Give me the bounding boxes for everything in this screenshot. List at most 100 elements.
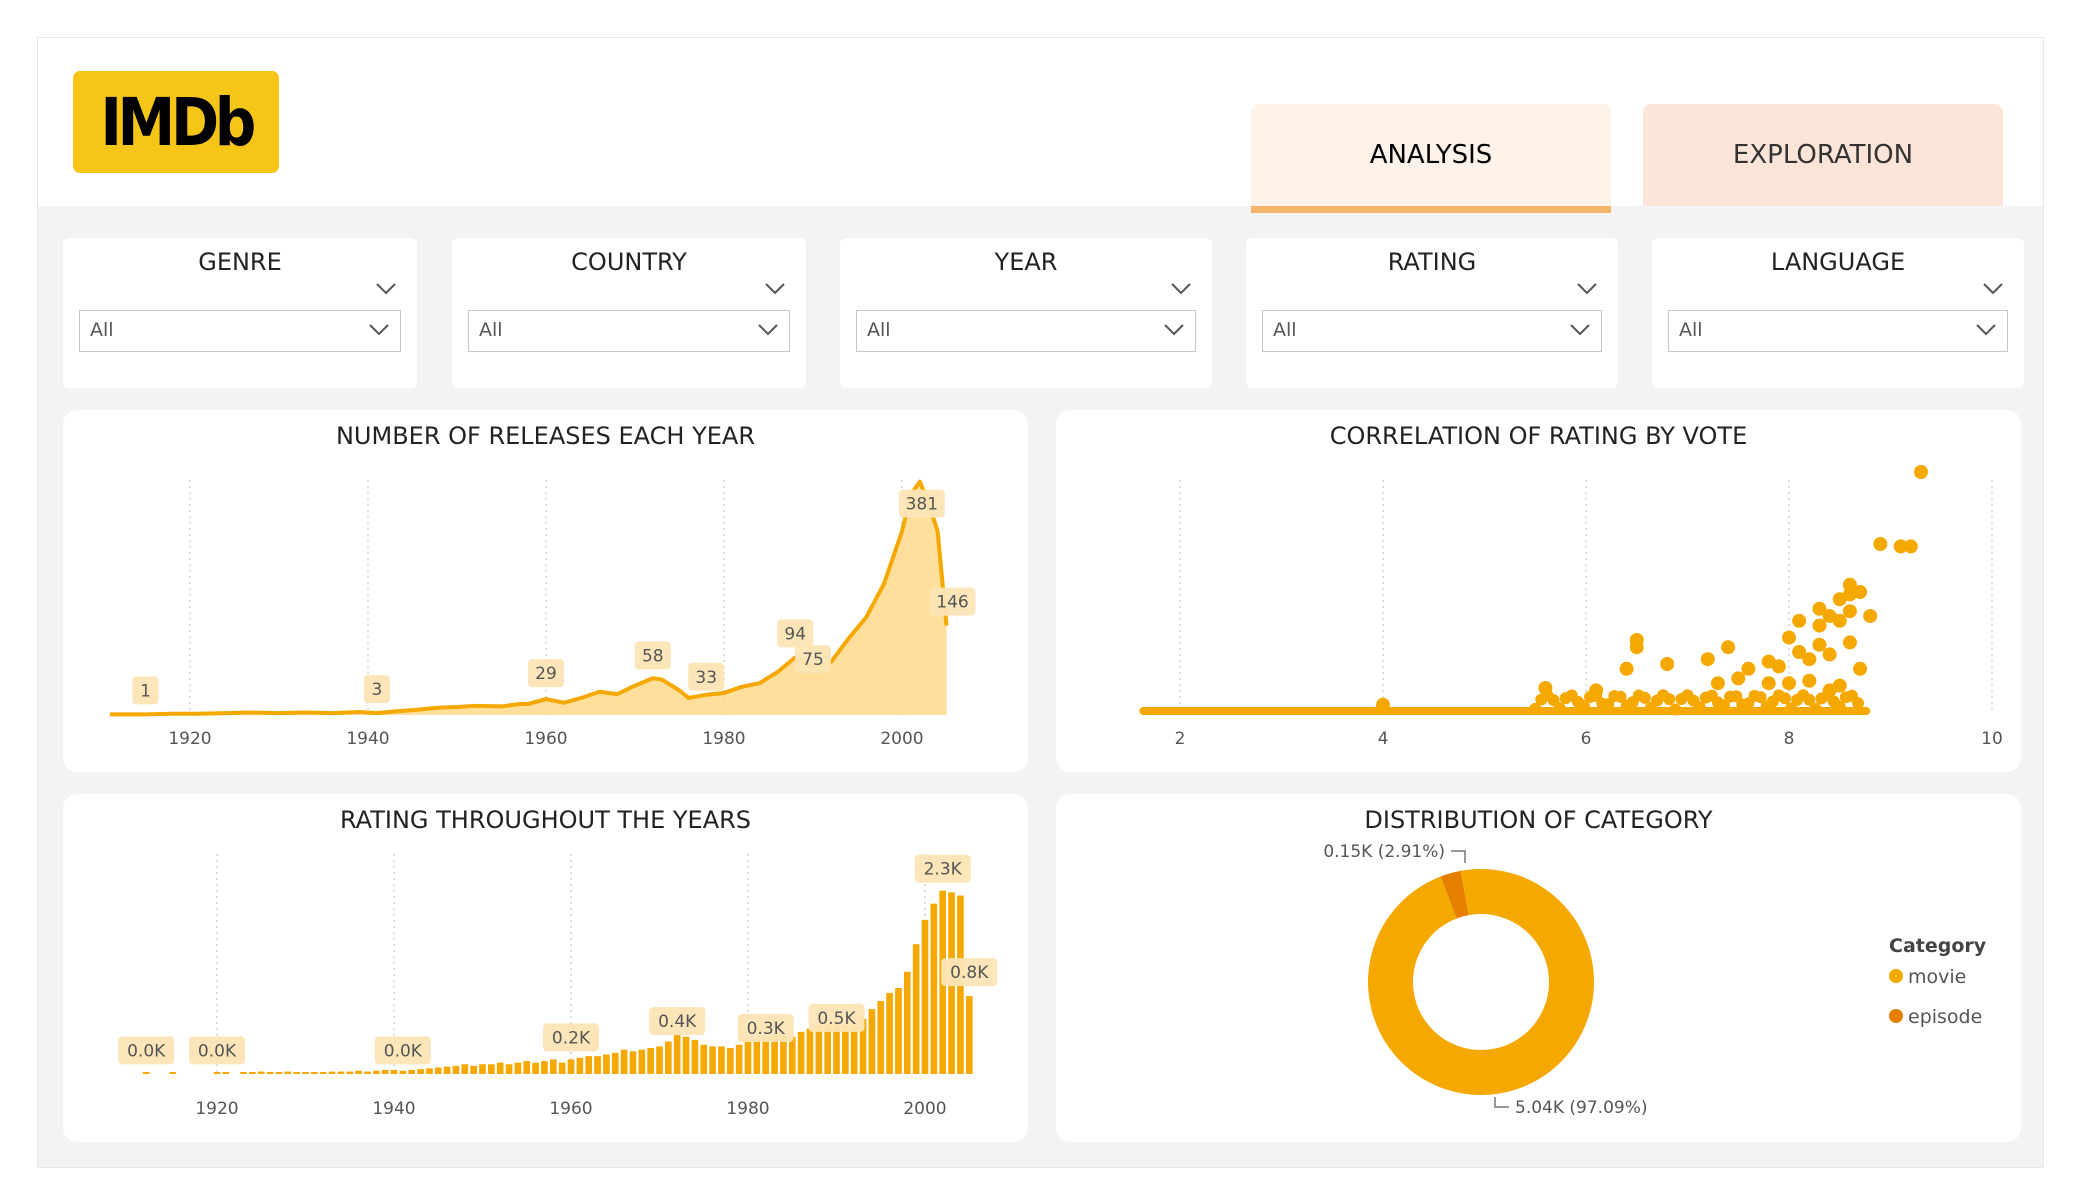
rating-data-label: 2.3K: [924, 860, 963, 880]
releases-chart-title: NUMBER OF RELEASES EACH YEAR: [335, 422, 756, 450]
chevron-down-icon: [758, 324, 778, 336]
scatter-point: [1663, 693, 1676, 706]
rating-bar: [594, 1056, 601, 1074]
x-tick-label: 1920: [195, 1099, 238, 1119]
rating-bar: [709, 1046, 716, 1074]
rating-bar: [638, 1049, 646, 1074]
x-tick-label: 6: [1581, 729, 1592, 749]
year-dropdown[interactable]: All: [856, 310, 1196, 352]
rating-bar: [257, 1071, 265, 1074]
rating-bar: [222, 1072, 230, 1074]
releases-data-label: 94: [784, 624, 806, 644]
rating-bar: [797, 1031, 805, 1074]
rating-bar: [523, 1061, 531, 1074]
rating-bar: [514, 1062, 522, 1074]
episode-data-label: 0.15K (2.91%): [1323, 842, 1445, 862]
filter-country: COUNTRY All: [452, 238, 806, 388]
rating-bar: [293, 1072, 300, 1074]
rating-bar: [558, 1062, 566, 1074]
rating-bar: [532, 1062, 539, 1074]
rating-bar: [576, 1057, 584, 1074]
rating-bar: [302, 1072, 309, 1074]
releases-data-label: 3: [371, 680, 382, 700]
movie-leader-line: [1494, 1097, 1509, 1108]
genre-value: All: [90, 319, 114, 341]
rating-bar-chart: 1920 1940 1960 1980 2000 0.0K 0.0K 0.0K 0.2K 0.4K…: [118, 854, 998, 1119]
chevron-down-icon: [369, 324, 389, 336]
x-tick-label: 1980: [726, 1099, 769, 1119]
rating-bar: [541, 1061, 548, 1074]
chevron-down-icon[interactable]: [1170, 282, 1192, 296]
rating-bar: [567, 1059, 575, 1074]
filter-language: LANGUAGE All: [1652, 238, 2024, 388]
rating-dropdown[interactable]: All: [1262, 310, 1602, 352]
chevron-down-icon[interactable]: [1576, 282, 1598, 296]
rating-bar: [364, 1071, 371, 1074]
releases-data-label: 58: [642, 646, 664, 666]
scatter-point: [1822, 683, 1837, 698]
language-dropdown[interactable]: All: [1668, 310, 2008, 352]
rating-bar: [788, 1036, 796, 1074]
rating-bar: [496, 1062, 504, 1074]
correlation-chart-title: CORRELATION OF RATING BY VOTE: [1329, 422, 1748, 450]
rating-bar: [470, 1065, 477, 1074]
scatter-point: [1903, 539, 1918, 554]
rating-bar: [337, 1071, 345, 1074]
chevron-down-icon[interactable]: [375, 282, 397, 296]
tab-analysis[interactable]: ANALYSIS: [1251, 104, 1611, 213]
rating-bar: [895, 988, 902, 1074]
rating-years-chart-title: RATING THROUGHOUT THE YEARS: [339, 806, 752, 834]
scatter-point: [1553, 702, 1566, 715]
correlation-scatter-chart: 2 4 6 8 10: [1139, 465, 2003, 749]
scatter-point: [1913, 465, 1928, 479]
chevron-down-icon: [1976, 324, 1996, 336]
scatter-point: [1589, 683, 1604, 698]
releases-data-label: 29: [535, 664, 557, 684]
scatter-point: [1771, 659, 1786, 674]
rating-data-label: 0.3K: [747, 1019, 786, 1039]
logo-text: IMDb: [100, 83, 256, 161]
scatter-point: [1629, 640, 1644, 655]
rating-bar: [691, 1039, 699, 1074]
rating-bar: [815, 1025, 823, 1074]
imdb-logo: IMDb: [73, 71, 279, 173]
rating-bar: [372, 1070, 380, 1074]
rating-bar: [912, 944, 920, 1074]
rating-bar: [886, 992, 893, 1074]
rating-years-chart-panel: 1920 1940 1960 1980 2000 0.0K 0.0K 0.0K 0.2K 0.4K…: [63, 794, 1028, 1142]
donut-slice-movie: [1368, 869, 1594, 1095]
scatter-point: [1853, 661, 1868, 676]
rating-data-label: 0.0K: [384, 1041, 423, 1061]
rating-bar: [213, 1072, 221, 1074]
x-tick-label: 10: [1981, 729, 2003, 749]
x-tick-label: 1940: [346, 729, 389, 749]
rating-bar: [328, 1071, 336, 1074]
rating-bar: [275, 1072, 283, 1074]
rating-data-label: 0.0K: [198, 1041, 237, 1061]
rating-bar: [452, 1065, 460, 1074]
rating-bar: [611, 1052, 619, 1074]
rating-bar: [753, 1038, 761, 1074]
rating-data-label: 0.0K: [127, 1041, 166, 1061]
rating-bar: [169, 1072, 177, 1074]
legend-item-episode: episode: [1908, 1006, 1982, 1028]
rating-bar: [443, 1066, 451, 1074]
country-value: All: [479, 319, 503, 341]
chevron-down-icon[interactable]: [764, 282, 786, 296]
tab-exploration[interactable]: EXPLORATION: [1643, 104, 2003, 206]
releases-data-label: 1: [140, 681, 151, 701]
rating-data-label: 0.5K: [817, 1009, 856, 1029]
rating-bar: [673, 1035, 681, 1074]
x-tick-label: 1960: [524, 729, 567, 749]
x-tick-label: 1980: [702, 729, 745, 749]
scatter-point: [1812, 618, 1827, 633]
rating-data-label: 0.4K: [658, 1012, 697, 1032]
x-tick-label: 8: [1784, 729, 1795, 749]
filter-year: YEAR All: [840, 238, 1212, 388]
legend-marker-movie: [1889, 969, 1903, 983]
country-dropdown[interactable]: All: [468, 310, 790, 352]
scatter-point: [1842, 604, 1857, 619]
chevron-down-icon[interactable]: [1982, 282, 2004, 296]
rating-bar: [965, 996, 973, 1074]
genre-dropdown[interactable]: All: [79, 310, 401, 352]
